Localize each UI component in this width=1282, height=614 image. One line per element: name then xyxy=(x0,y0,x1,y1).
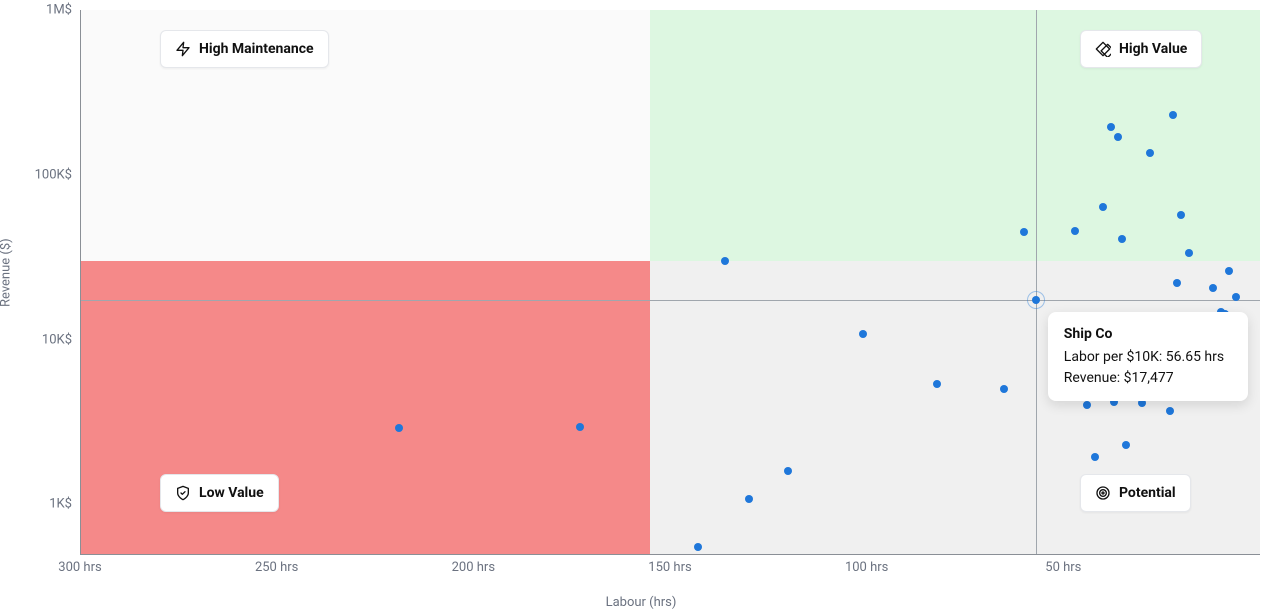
x-tick-label: 100 hrs xyxy=(845,560,888,575)
data-point[interactable] xyxy=(395,424,403,432)
y-tick-label: 10K$ xyxy=(12,332,72,347)
quadrant-badge-high-value: High Value xyxy=(1080,30,1202,68)
crosshair-vertical xyxy=(1036,10,1037,554)
quadrant-badge-high-maintenance: High Maintenance xyxy=(160,30,329,68)
data-point[interactable] xyxy=(1169,111,1177,119)
tooltip-title: Ship Co xyxy=(1064,324,1232,345)
data-point[interactable] xyxy=(1107,123,1115,131)
data-point[interactable] xyxy=(933,380,941,388)
x-tick-label: 300 hrs xyxy=(58,560,101,575)
zap-icon xyxy=(175,41,191,57)
x-tick-label: 250 hrs xyxy=(255,560,298,575)
y-tick-label: 1M$ xyxy=(12,3,72,18)
data-point[interactable] xyxy=(859,330,867,338)
y-axis-line xyxy=(80,10,81,554)
x-tick-label: 50 hrs xyxy=(1045,560,1081,575)
quadrant-scatter-chart: Revenue ($) Labour (hrs) High Maintenanc… xyxy=(0,0,1282,614)
data-point[interactable] xyxy=(1083,401,1091,409)
data-point[interactable] xyxy=(1209,284,1217,292)
quadrant-label: Potential xyxy=(1119,485,1176,501)
tooltip-line: Labor per $10K: 56.65 hrs xyxy=(1064,347,1232,368)
diamond-icon xyxy=(1095,41,1111,57)
data-point[interactable] xyxy=(1032,296,1040,304)
data-point[interactable] xyxy=(1177,211,1185,219)
data-point[interactable] xyxy=(1091,453,1099,461)
shield-check-icon xyxy=(175,485,191,501)
plot-area[interactable]: High Maintenance High Value Low Value Poten… xyxy=(80,10,1260,554)
data-point[interactable] xyxy=(1071,227,1079,235)
data-point[interactable] xyxy=(1185,249,1193,257)
data-point[interactable] xyxy=(1114,133,1122,141)
target-icon xyxy=(1095,485,1111,501)
data-point[interactable] xyxy=(694,543,702,551)
tooltip-line: Revenue: $17,477 xyxy=(1064,368,1232,389)
data-point[interactable] xyxy=(1000,385,1008,393)
x-axis-line xyxy=(80,554,1260,555)
data-point[interactable] xyxy=(1020,228,1028,236)
quadrant-badge-potential: Potential xyxy=(1080,474,1191,512)
data-point[interactable] xyxy=(1122,441,1130,449)
data-point[interactable] xyxy=(576,423,584,431)
x-axis-label: Labour (hrs) xyxy=(606,595,677,610)
y-axis-label: Revenue ($) xyxy=(0,238,14,307)
data-point[interactable] xyxy=(1146,149,1154,157)
data-point[interactable] xyxy=(1173,279,1181,287)
quadrant-label: High Maintenance xyxy=(199,41,314,57)
data-point[interactable] xyxy=(1118,235,1126,243)
x-tick-label: 150 hrs xyxy=(648,560,691,575)
data-point[interactable] xyxy=(784,467,792,475)
tooltip: Ship CoLabor per $10K: 56.65 hrsRevenue:… xyxy=(1048,312,1248,401)
data-point[interactable] xyxy=(745,495,753,503)
crosshair-horizontal xyxy=(80,300,1260,301)
y-tick-label: 100K$ xyxy=(12,167,72,182)
x-tick-label: 200 hrs xyxy=(452,560,495,575)
data-point[interactable] xyxy=(1232,293,1240,301)
y-tick-label: 1K$ xyxy=(12,497,72,512)
quadrant-label: Low Value xyxy=(199,485,264,501)
data-point[interactable] xyxy=(1225,267,1233,275)
data-point[interactable] xyxy=(1166,407,1174,415)
quadrant-label: High Value xyxy=(1119,41,1187,57)
quadrant-badge-low-value: Low Value xyxy=(160,474,279,512)
data-point[interactable] xyxy=(1099,203,1107,211)
data-point[interactable] xyxy=(721,257,729,265)
